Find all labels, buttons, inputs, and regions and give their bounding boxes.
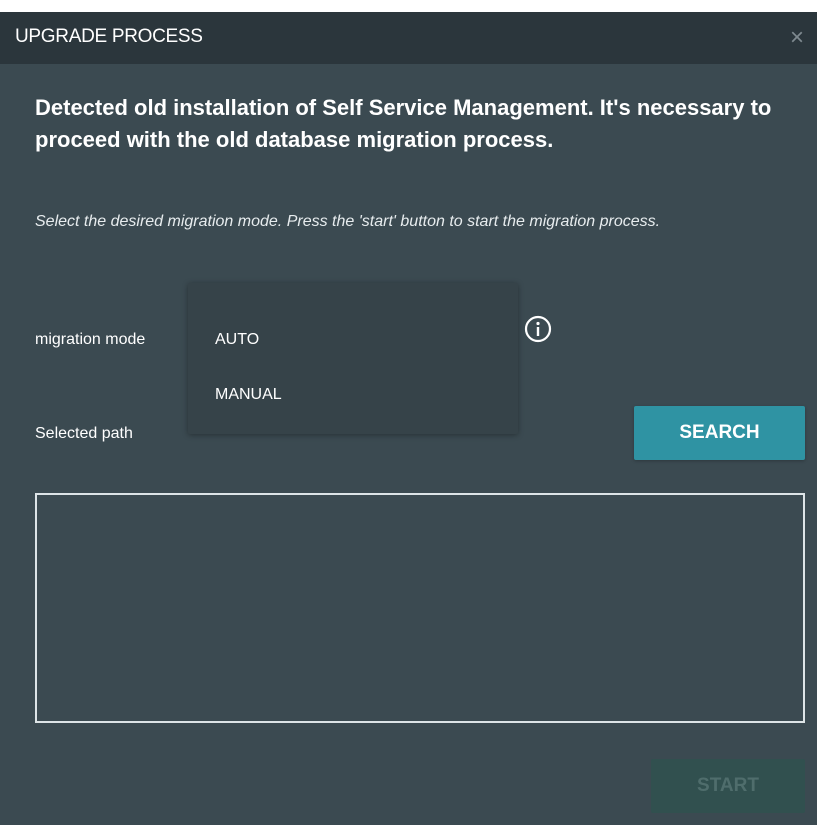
migration-mode-label: migration mode [35,331,146,348]
dialog-titlebar: UPGRADE PROCESS × [0,12,817,64]
mode-option-auto[interactable]: AUTO [215,331,259,349]
mode-option-manual[interactable]: MANUAL [215,386,282,404]
migration-mode-dropdown[interactable]: AUTO MANUAL [188,283,518,434]
info-icon[interactable] [522,313,554,345]
start-button[interactable]: START [651,759,805,813]
migration-headline: Detected old installation of Self Servic… [35,95,772,152]
dialog-title: UPGRADE PROCESS [15,26,203,47]
search-button[interactable]: SEARCH [634,406,805,460]
migration-instructions: Select the desired migration mode. Press… [35,213,661,230]
upgrade-process-dialog: UPGRADE PROCESS × Detected old installat… [0,12,817,825]
close-icon[interactable]: × [790,24,804,52]
selected-path-label: Selected path [35,425,133,442]
selected-path-field[interactable] [35,493,805,723]
